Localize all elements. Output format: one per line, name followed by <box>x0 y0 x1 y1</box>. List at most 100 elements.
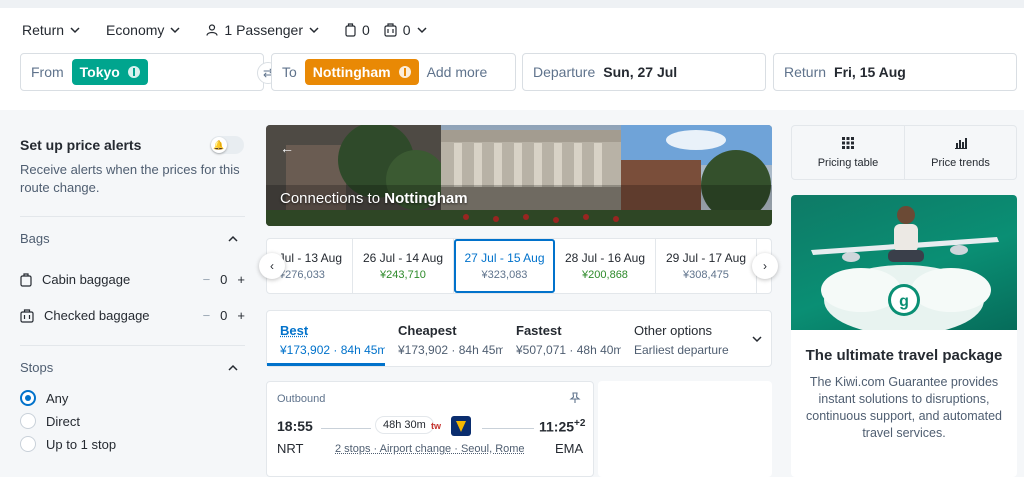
checked-baggage-label: Checked baggage <box>44 308 150 323</box>
search-options: Return Economy 1 Passenger 0 0 <box>22 22 453 38</box>
tab-cheapest[interactable]: Cheapest ¥173,902 · 84h 45m <box>385 311 503 366</box>
stops-option-any[interactable]: Any <box>20 390 245 406</box>
stops-option-direct[interactable]: Direct <box>20 413 245 429</box>
arrival-time-value: 11:25 <box>539 418 575 435</box>
filters-panel: Set up price alerts 🔔 Receive alerts whe… <box>20 128 245 459</box>
stops-option-one-stop[interactable]: Up to 1 stop <box>20 436 245 452</box>
tab-fastest[interactable]: Fastest ¥507,071 · 48h 40m <box>503 311 621 366</box>
departure-label: Departure <box>533 64 596 80</box>
to-label: To <box>282 64 297 80</box>
origin-chip-label: Tokyo <box>79 64 120 80</box>
minus-button[interactable]: − <box>203 308 211 323</box>
cabin-baggage-row: Cabin baggage − 0 + <box>20 272 245 287</box>
date-option-selected[interactable]: 27 Jul - 15 Aug ¥323,083 <box>454 239 555 293</box>
grid-icon <box>842 136 854 149</box>
departure-field[interactable]: Departure Sun, 27 Jul <box>522 53 766 91</box>
flight-duration: 48h 30m <box>375 416 434 434</box>
bags-select[interactable]: 0 0 <box>345 22 427 38</box>
chevron-down-icon <box>170 27 180 34</box>
pricing-table-button[interactable]: Pricing table <box>792 126 904 179</box>
tab-best[interactable]: Best ¥173,902 · 84h 45m <box>267 311 385 366</box>
chevron-left-icon: ‹ <box>270 259 274 273</box>
city-photo <box>266 125 772 226</box>
destination-airport: EMA <box>555 441 584 456</box>
arrival-time: 11:25+2 <box>539 418 585 435</box>
stops-header[interactable]: Stops <box>20 360 245 375</box>
carousel-prev-button[interactable]: ‹ <box>259 253 285 279</box>
destination-chip[interactable]: Nottingham <box>304 59 419 85</box>
chevron-up-icon <box>228 235 238 242</box>
date-option-label: 28 Jul - 16 Aug <box>564 251 646 265</box>
trip-type-label: Return <box>22 22 65 38</box>
date-option-label: 26 Jul - 14 Aug <box>362 251 444 265</box>
stops-options: Any Direct Up to 1 stop <box>20 390 245 452</box>
sort-tabs: Best ¥173,902 · 84h 45m Cheapest ¥173,90… <box>266 310 772 367</box>
stops-summary[interactable]: 2 stops · Airport change · Seoul, Rome <box>335 443 525 455</box>
cabin-class-select[interactable]: Economy <box>106 22 180 38</box>
carousel-next-button[interactable]: › <box>752 253 778 279</box>
divider <box>20 345 245 346</box>
date-carousel: 25 Jul - 13 Aug ¥276,033 26 Jul - 14 Aug… <box>266 238 772 294</box>
destination-chip-label: Nottingham <box>312 64 391 80</box>
radio[interactable] <box>20 436 36 452</box>
departure-value: Sun, 27 Jul <box>603 64 678 80</box>
chevron-down-icon <box>309 27 319 34</box>
checked-baggage-stepper: − 0 + <box>203 308 245 323</box>
date-option[interactable]: 26 Jul - 14 Aug ¥243,710 <box>353 239 454 293</box>
price-tools: Pricing table Price trends <box>791 125 1017 180</box>
price-alerts-section: Set up price alerts 🔔 Receive alerts whe… <box>20 128 245 197</box>
return-field[interactable]: Return Fri, 15 Aug <box>773 53 1017 91</box>
svg-text:tw: tw <box>431 421 442 431</box>
origin-airport: NRT <box>277 441 304 456</box>
tab-label: Best <box>280 323 309 338</box>
person-icon <box>206 24 218 36</box>
plus-button[interactable]: + <box>237 272 245 287</box>
bell-icon: 🔔 <box>211 137 227 153</box>
radio[interactable] <box>20 413 36 429</box>
radio-selected[interactable] <box>20 390 36 406</box>
passengers-select[interactable]: 1 Passenger <box>206 22 319 38</box>
to-field[interactable]: To Nottingham Add more <box>271 53 516 91</box>
departure-time: 18:55 <box>277 418 313 434</box>
origin-chip[interactable]: Tokyo <box>71 59 148 85</box>
checked-baggage-count: 0 <box>220 308 228 323</box>
destination-hero-image: ← Connections to Nottingham <box>266 125 772 226</box>
cabin-baggage-count: 0 <box>220 272 228 287</box>
tab-value: ¥173,902 · 84h 45m <box>280 343 385 357</box>
tab-value: ¥507,071 · 48h 40m <box>516 343 621 357</box>
back-arrow-icon[interactable]: ← <box>280 140 294 156</box>
price-trends-button[interactable]: Price trends <box>904 126 1016 179</box>
flight-result-card[interactable]: Outbound 18:55 48h 30m tw 11:25+2 NRT 2 … <box>266 381 594 477</box>
pin-icon[interactable] <box>569 392 581 404</box>
route-line <box>321 428 371 429</box>
stops-option-label: Up to 1 stop <box>46 436 117 452</box>
chevron-up-icon <box>228 364 238 371</box>
cabin-bags-count: 0 <box>362 22 370 38</box>
promo-card[interactable]: g The ultimate travel package The Kiwi.c… <box>791 195 1017 477</box>
airline-logos-icon: tw <box>431 416 471 436</box>
from-label: From <box>31 64 64 80</box>
price-alerts-toggle[interactable]: 🔔 <box>210 136 244 154</box>
chevron-down-icon <box>752 336 762 343</box>
cabin-baggage-label: Cabin baggage <box>42 272 131 287</box>
route-line <box>482 428 534 429</box>
price-trends-label: Price trends <box>931 156 990 169</box>
add-more-link[interactable]: Add more <box>427 64 488 80</box>
cabin-baggage-stepper: − 0 + <box>203 272 245 287</box>
remove-icon[interactable] <box>127 66 140 78</box>
tab-other-options[interactable]: Other options Earliest departure <box>621 311 773 366</box>
top-bar <box>0 0 1024 8</box>
promo-title: The ultimate travel package <box>805 347 1003 364</box>
remove-icon[interactable] <box>398 66 411 78</box>
minus-button[interactable]: − <box>203 272 211 287</box>
date-option[interactable]: 29 Jul - 17 Aug ¥308,475 <box>656 239 757 293</box>
hero-title-city: Nottingham <box>384 190 468 207</box>
bar-chart-icon <box>954 137 967 149</box>
bags-header[interactable]: Bags <box>20 231 245 246</box>
result-price-panel <box>598 381 772 477</box>
date-option[interactable]: 28 Jul - 16 Aug ¥200,868 <box>555 239 656 293</box>
from-field[interactable]: From Tokyo <box>20 53 264 91</box>
plus-button[interactable]: + <box>237 308 245 323</box>
divider <box>20 216 245 217</box>
trip-type-select[interactable]: Return <box>22 22 80 38</box>
